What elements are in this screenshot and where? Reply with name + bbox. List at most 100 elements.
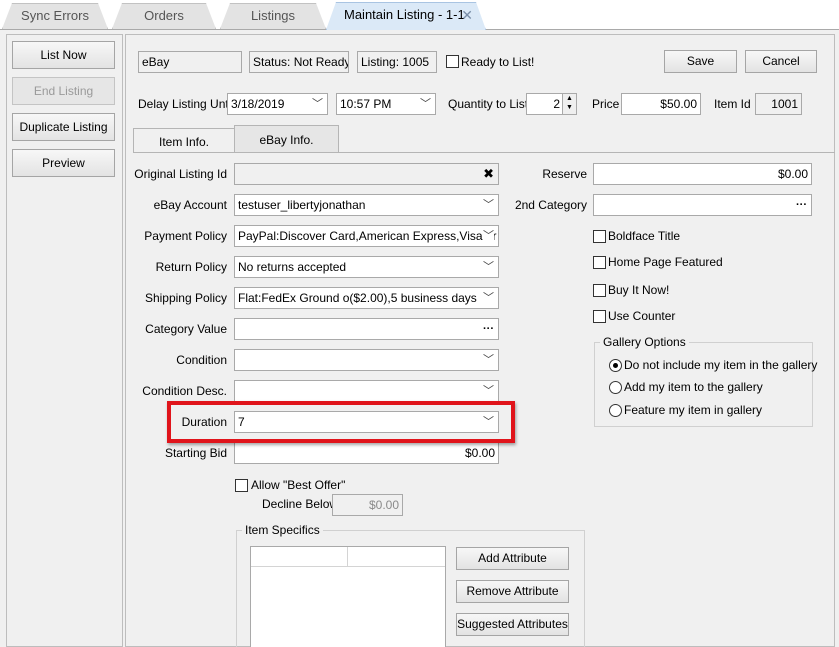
condition-desc-label: Condition Desc.	[142, 384, 227, 398]
tab-listings[interactable]: Listings	[220, 3, 326, 29]
ellipsis-icon[interactable]: ···	[796, 195, 807, 215]
attributes-grid[interactable]	[250, 546, 446, 647]
shipping-policy-label: Shipping Policy	[144, 291, 227, 305]
allow-best-offer-checkbox[interactable]	[235, 479, 248, 492]
second-category-field[interactable]: ···	[593, 194, 812, 216]
home-page-featured-checkbox[interactable]	[593, 256, 606, 269]
tab-maintain-listing[interactable]: Maintain Listing - 1-1 ✕	[326, 2, 486, 30]
decline-below-field[interactable]: $0.00	[332, 494, 403, 516]
listing-number-field: Listing: 1005	[357, 51, 437, 73]
ebay-account-select[interactable]: testuser_libertyjonathan ﹀	[234, 194, 499, 216]
highlight-box	[167, 401, 515, 443]
gallery-add-label: Add my item to the gallery	[624, 380, 763, 394]
chevron-down-icon: ﹀	[483, 257, 494, 277]
original-listing-id-label: Original Listing Id	[134, 167, 227, 181]
price-label: Price	[592, 97, 620, 111]
delay-date-value: 3/18/2019	[231, 97, 285, 111]
buy-it-now-checkbox[interactable]	[593, 284, 606, 297]
tab-label: Maintain Listing - 1-1	[344, 7, 465, 22]
left-action-panel: List Now End Listing Duplicate Listing P…	[6, 34, 123, 647]
category-value-label: Category Value	[145, 322, 227, 336]
tab-sync-errors[interactable]: Sync Errors	[2, 3, 108, 29]
gallery-feature-radio[interactable]	[609, 404, 622, 417]
save-button[interactable]: Save	[664, 50, 737, 73]
use-counter-checkbox[interactable]	[593, 310, 606, 323]
reserve-field[interactable]: $0.00	[593, 163, 812, 185]
chevron-down-icon: ﹀	[420, 98, 431, 110]
boldface-title-checkbox[interactable]	[593, 230, 606, 243]
payment-policy-select[interactable]: PayPal:Discover Card,American Express,Vi…	[234, 225, 499, 247]
home-page-featured-label: Home Page Featured	[608, 255, 723, 269]
gallery-feature-label: Feature my item in gallery	[624, 403, 763, 417]
starting-bid-label: Starting Bid	[164, 446, 227, 460]
attributes-grid-header	[251, 547, 445, 567]
return-policy-label: Return Policy	[155, 260, 227, 274]
quantity-label: Quantity to List	[448, 97, 529, 111]
item-id-label: Item Id	[714, 97, 751, 111]
second-category-label: 2nd Category	[514, 198, 587, 212]
gallery-none-radio[interactable]	[609, 359, 622, 372]
boldface-title-label: Boldface Title	[608, 229, 681, 243]
allow-best-offer-label: Allow "Best Offer"	[251, 478, 346, 492]
payment-policy-value: PayPal:Discover Card,American Express,Vi…	[238, 229, 497, 243]
ready-to-list-label: Ready to List!	[461, 55, 535, 69]
cancel-button[interactable]: Cancel	[745, 50, 817, 73]
condition-label: Condition	[176, 353, 227, 367]
shipping-policy-select[interactable]: Flat:FedEx Ground o($2.00),5 business da…	[234, 287, 499, 309]
payment-policy-label: Payment Policy	[144, 229, 227, 243]
ebay-account-label: eBay Account	[153, 198, 227, 212]
channel-field: eBay	[138, 51, 242, 73]
delay-time-value: 10:57 PM	[340, 97, 392, 111]
chevron-down-icon: ﹀	[483, 226, 494, 246]
use-counter-label: Use Counter	[608, 309, 676, 323]
spinner-arrows-icon[interactable]: ▲ ▼	[562, 94, 576, 114]
suggested-attributes-button[interactable]: Suggested Attributes	[456, 613, 569, 636]
ebay-account-value: testuser_libertyjonathan	[238, 198, 366, 212]
remove-attribute-button[interactable]: Remove Attribute	[456, 580, 569, 603]
buy-it-now-label: Buy It Now!	[608, 283, 670, 297]
gallery-add-radio[interactable]	[609, 381, 622, 394]
category-value-field[interactable]: ···	[234, 318, 499, 340]
gallery-none-label: Do not include my item in the gallery	[624, 358, 818, 372]
chevron-down-icon: ﹀	[483, 354, 494, 366]
return-policy-select[interactable]: No returns accepted ﹀	[234, 256, 499, 278]
end-listing-button[interactable]: End Listing	[12, 77, 115, 105]
condition-select[interactable]: ﹀	[234, 349, 499, 371]
tab-label: Listings	[250, 8, 296, 23]
close-icon[interactable]: ✕	[461, 3, 473, 27]
top-tab-bar: Sync Errors Orders Listings Maintain Lis…	[0, 0, 839, 30]
decline-below-label: Decline Below	[262, 497, 339, 511]
tab-label: Orders	[144, 8, 184, 23]
reserve-label: Reserve	[542, 167, 587, 181]
tab-orders[interactable]: Orders	[112, 3, 216, 29]
tab-ebay-info[interactable]: eBay Info.	[234, 125, 339, 153]
original-listing-id-field[interactable]: ✖	[234, 163, 499, 185]
condition-desc-select[interactable]: ﹀	[234, 380, 499, 402]
clear-x-icon[interactable]: ✖	[483, 164, 494, 184]
quantity-stepper[interactable]: 2 ▲ ▼	[526, 93, 577, 115]
chevron-down-icon: ﹀	[483, 195, 494, 215]
chevron-down-icon: ﹀	[312, 98, 323, 110]
tab-label: Sync Errors	[21, 8, 89, 23]
chevron-down-icon: ﹀	[483, 385, 494, 397]
tab-item-info[interactable]: Item Info.	[133, 128, 235, 153]
price-field[interactable]: $50.00	[621, 93, 701, 115]
chevron-down-icon: ﹀	[483, 288, 494, 308]
delay-time-select[interactable]: 10:57 PM ﹀	[336, 93, 436, 115]
ready-to-list-checkbox[interactable]	[446, 55, 459, 68]
delay-date-select[interactable]: 3/18/2019 ﹀	[227, 93, 328, 115]
ellipsis-icon[interactable]: ···	[483, 319, 494, 339]
delay-listing-label: Delay Listing Until	[138, 97, 235, 111]
list-now-button[interactable]: List Now	[12, 41, 115, 69]
tab-divider	[133, 152, 835, 153]
add-attribute-button[interactable]: Add Attribute	[456, 547, 569, 570]
starting-bid-field[interactable]: $0.00	[234, 442, 499, 464]
return-policy-value: No returns accepted	[238, 260, 347, 274]
gallery-options-title: Gallery Options	[600, 335, 689, 349]
duplicate-listing-button[interactable]: Duplicate Listing	[12, 113, 115, 141]
grid-column-divider	[347, 547, 348, 567]
quantity-value: 2	[553, 97, 560, 111]
shipping-policy-value: Flat:FedEx Ground o($2.00),5 business da…	[238, 291, 477, 305]
preview-button[interactable]: Preview	[12, 149, 115, 177]
item-specifics-title: Item Specifics	[242, 523, 323, 537]
